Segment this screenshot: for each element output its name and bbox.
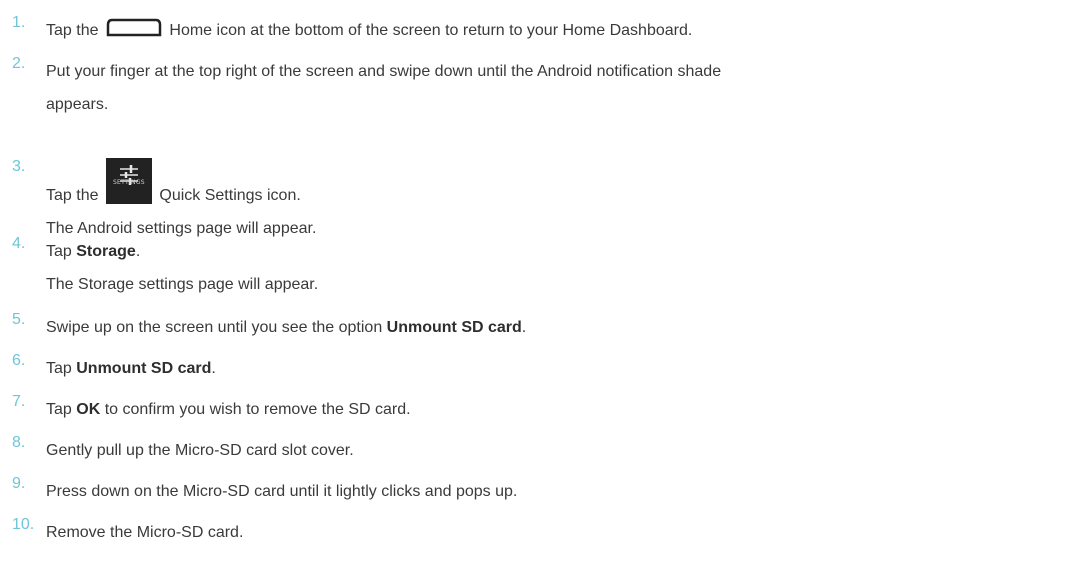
home-icon bbox=[105, 16, 163, 37]
step-number: 6. bbox=[12, 352, 26, 369]
step-text: Remove the Micro-SD card. bbox=[46, 524, 244, 541]
ui-term: Storage bbox=[76, 243, 136, 260]
step-number: 2. bbox=[12, 55, 26, 72]
step-number: 8. bbox=[12, 434, 26, 451]
step-text: Put your finger at the top right of the … bbox=[46, 63, 722, 113]
step-number: 1. bbox=[12, 14, 26, 31]
step-number: 5. bbox=[12, 311, 26, 328]
step-number: 9. bbox=[12, 475, 26, 492]
ui-term: OK bbox=[76, 401, 101, 418]
ui-term: Unmount SD card bbox=[386, 319, 522, 336]
step-number: 3. bbox=[12, 158, 26, 175]
step-text: Tap Unmount SD card. bbox=[46, 360, 216, 377]
step-text: Tap Storage. The Storage settings page w… bbox=[46, 235, 1060, 301]
step-text: Tap the SETTINGS Quick Settings icon. Th… bbox=[46, 158, 1060, 245]
step-text: Press down on the Micro-SD card until it… bbox=[46, 483, 518, 500]
step-text: Tap the Home icon at the bottom of the s… bbox=[46, 14, 1060, 47]
settings-icon-caption: SETTINGS bbox=[112, 179, 145, 186]
step-result: The Storage settings page will appear. bbox=[46, 276, 319, 293]
step-number: 10. bbox=[12, 516, 35, 533]
ui-term: Unmount SD card bbox=[76, 360, 212, 377]
step-text: Tap OK to confirm you wish to remove the… bbox=[46, 401, 411, 418]
quick-settings-icon: SETTINGS bbox=[105, 158, 152, 204]
step-number: 7. bbox=[12, 393, 26, 410]
step-number: 4. bbox=[12, 235, 26, 252]
step-text: Swipe up on the screen until you see the… bbox=[46, 319, 527, 336]
step-text: Gently pull up the Micro-SD card slot co… bbox=[46, 442, 354, 459]
